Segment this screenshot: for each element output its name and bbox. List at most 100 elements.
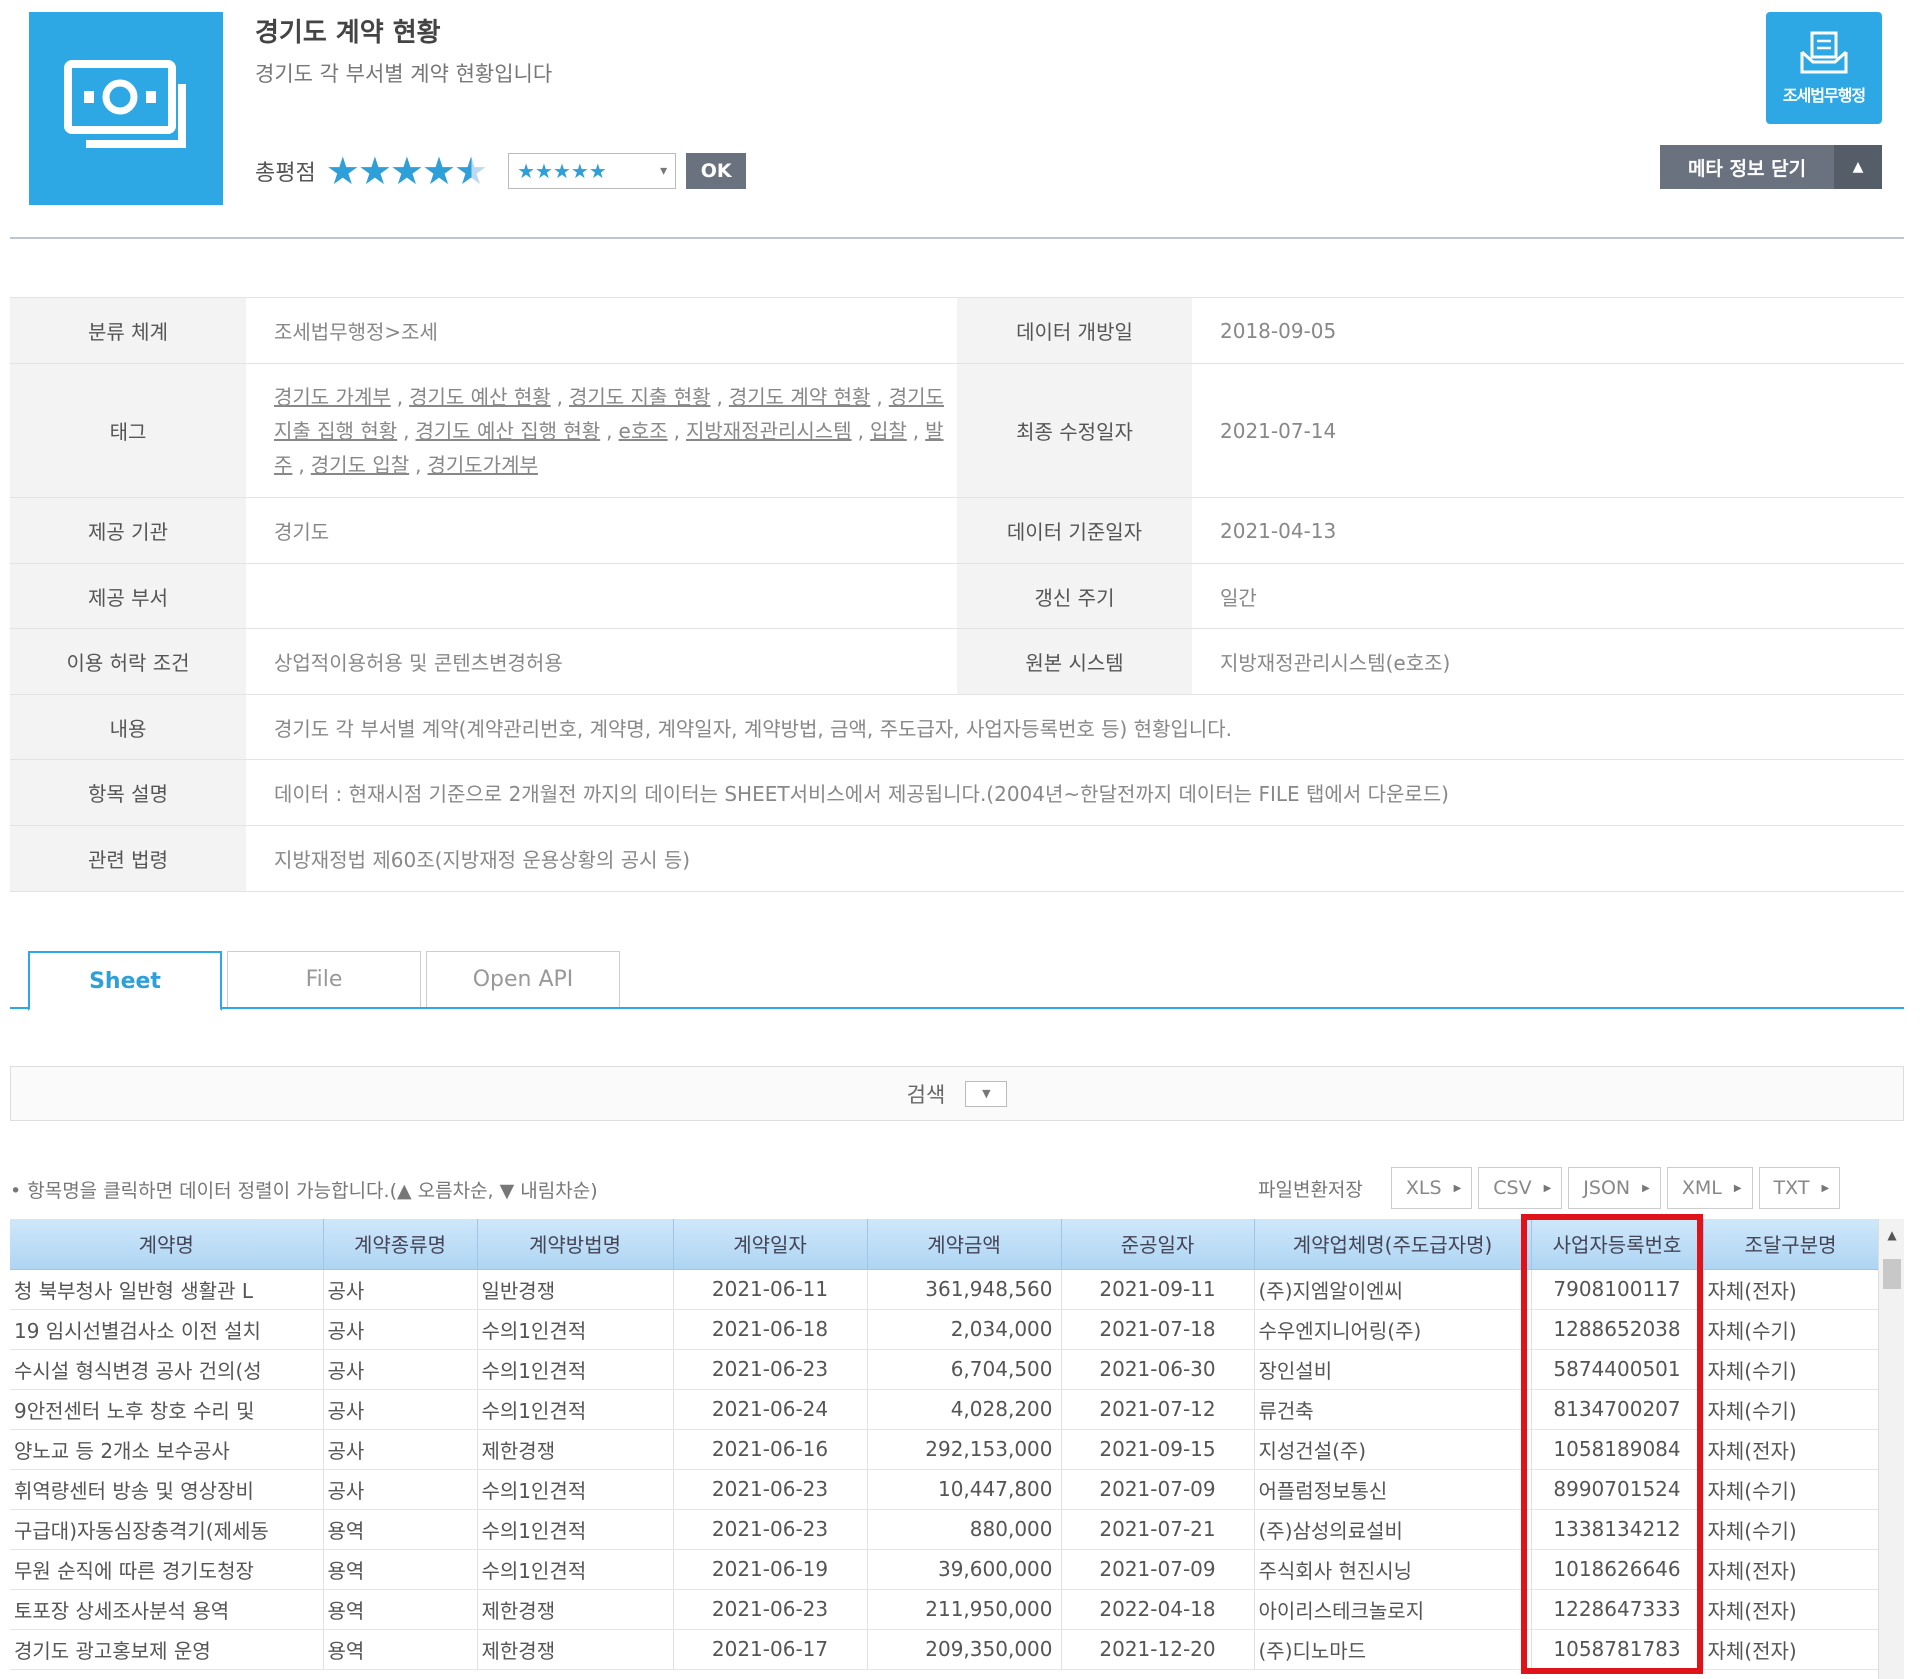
table-cell: 39,600,000 bbox=[867, 1549, 1062, 1590]
rating-select-value: ★★★★★ bbox=[517, 159, 607, 183]
table-cell: 지성건설(주) bbox=[1254, 1429, 1532, 1470]
table-cell: 제한경쟁 bbox=[477, 1629, 674, 1670]
table-cell: 2021-09-11 bbox=[1061, 1269, 1255, 1310]
tag-link[interactable]: 경기도 지출 현황 bbox=[569, 385, 711, 409]
tab-file[interactable]: File bbox=[227, 951, 421, 1008]
table-row[interactable]: 토포장 상세조사분석 용역 용역 제한경쟁 2021-06-23 211,950,000… bbox=[10, 1589, 1879, 1630]
meta-key: 원본 시스템 bbox=[957, 628, 1192, 695]
column-header[interactable]: 계약방법명 bbox=[477, 1219, 674, 1270]
rating-ok-button[interactable]: OK bbox=[686, 153, 747, 189]
column-header[interactable]: 준공일자 bbox=[1061, 1219, 1255, 1270]
vertical-scrollbar[interactable]: ▲ bbox=[1878, 1219, 1904, 1679]
table-row[interactable]: 양노교 등 2개소 보수공사 공사 제한경쟁 2021-06-16 292,153,00… bbox=[10, 1429, 1879, 1470]
table-cell: (주)디노마드 bbox=[1254, 1629, 1532, 1670]
table-cell: 구급대)자동심장충격기(제세동 bbox=[10, 1509, 324, 1550]
export-xls-button[interactable]: XLS ▶ bbox=[1390, 1167, 1473, 1209]
table-cell: 용역 bbox=[323, 1629, 478, 1670]
table-cell: 2021-09-15 bbox=[1061, 1429, 1255, 1470]
meta-key: 최종 수정일자 bbox=[957, 363, 1192, 498]
column-header[interactable]: 계약종류명 bbox=[323, 1219, 478, 1270]
column-header[interactable]: 조달구분명 bbox=[1703, 1219, 1879, 1270]
tag-separator: , bbox=[606, 418, 613, 443]
tag-link[interactable]: 경기도가계부 bbox=[427, 453, 537, 477]
tag-link[interactable]: 지방재정관리시스템 bbox=[686, 419, 852, 443]
export-csv-button[interactable]: CSV ▶ bbox=[1478, 1167, 1563, 1209]
export-json-button[interactable]: JSON ▶ bbox=[1568, 1167, 1661, 1209]
table-row[interactable]: 휘역량센터 방송 및 영상장비 공사 수의1인견적 2021-06-23 10,447,… bbox=[10, 1469, 1879, 1510]
table-cell: 아이리스테크놀로지 bbox=[1254, 1589, 1532, 1630]
table-cell: 2021-07-21 bbox=[1061, 1509, 1255, 1550]
category-button-label: 조세법무행정 bbox=[1782, 86, 1866, 105]
table-cell: 1018626646 bbox=[1531, 1549, 1704, 1590]
table-cell: 2021-07-09 bbox=[1061, 1469, 1255, 1510]
chevron-down-icon: ▾ bbox=[660, 163, 668, 179]
table-cell: 공사 bbox=[323, 1269, 478, 1310]
table-cell: 2021-07-18 bbox=[1061, 1309, 1255, 1350]
scroll-thumb[interactable] bbox=[1883, 1259, 1901, 1289]
tag-link[interactable]: 경기도 입찰 bbox=[311, 453, 409, 477]
contract-table: 계약명 계약종류명 계약방법명 계약일자 계약금액 준공일자 계약업체명(주도급자명) 사업자… bbox=[10, 1219, 1879, 1670]
meta-key: 제공 기관 bbox=[10, 497, 246, 564]
search-toggle-bar[interactable]: 검색 ▼ bbox=[10, 1066, 1904, 1121]
table-cell: 2021-06-16 bbox=[673, 1429, 868, 1470]
table-row[interactable]: 무원 순직에 따른 경기도청장 용역 수의1인견적 2021-06-19 39,600,… bbox=[10, 1549, 1879, 1590]
table-cell: 9안전센터 노후 창호 수리 및 bbox=[10, 1389, 324, 1430]
column-header[interactable]: 계약일자 bbox=[673, 1219, 868, 1270]
meta-key: 갱신 주기 bbox=[957, 563, 1192, 629]
tag-link[interactable]: e호조 bbox=[619, 419, 668, 443]
table-cell: 공사 bbox=[323, 1389, 478, 1430]
rating-select[interactable]: ★★★★★ ▾ bbox=[508, 153, 677, 189]
table-cell: 2021-07-12 bbox=[1061, 1389, 1255, 1430]
table-row[interactable]: 수시설 형식변경 공사 건의(성 공사 수의1인견적 2021-06-23 6,704,… bbox=[10, 1349, 1879, 1390]
caret-right-icon: ▶ bbox=[1642, 1182, 1650, 1194]
scroll-up-icon[interactable]: ▲ bbox=[1879, 1223, 1904, 1247]
table-cell: 209,350,000 bbox=[867, 1629, 1062, 1670]
table-cell: 수의1인견적 bbox=[477, 1349, 674, 1390]
table-row[interactable]: 9안전센터 노후 창호 수리 및 공사 수의1인견적 2021-06-24 4,028,… bbox=[10, 1389, 1879, 1430]
table-cell: 6,704,500 bbox=[867, 1349, 1062, 1390]
table-row[interactable]: 19 임시선별검사소 이전 설치 공사 수의1인견적 2021-06-18 2,034,… bbox=[10, 1309, 1879, 1350]
table-cell: 자체(전자) bbox=[1703, 1269, 1879, 1310]
column-header[interactable]: 계약금액 bbox=[867, 1219, 1062, 1270]
table-cell: 361,948,560 bbox=[867, 1269, 1062, 1310]
export-txt-button[interactable]: TXT ▶ bbox=[1758, 1167, 1841, 1209]
table-cell: 1228647333 bbox=[1531, 1589, 1704, 1630]
meta-toggle-button[interactable]: 메타 정보 닫기 ▲ bbox=[1660, 145, 1882, 189]
chevron-down-icon[interactable]: ▼ bbox=[965, 1080, 1008, 1107]
table-cell: 수우엔지니어링(주) bbox=[1254, 1309, 1532, 1350]
star-icon: ★ bbox=[325, 149, 360, 193]
tag-link[interactable]: 경기도 가계부 bbox=[274, 385, 391, 409]
table-cell: (주)지엠알이엔씨 bbox=[1254, 1269, 1532, 1310]
column-header[interactable]: 계약업체명(주도급자명) bbox=[1254, 1219, 1532, 1270]
meta-value: 상업적이용허용 및 콘텐츠변경허용 bbox=[246, 628, 957, 695]
tab-open-api[interactable]: Open API bbox=[426, 951, 620, 1008]
table-cell: 자체(전자) bbox=[1703, 1429, 1879, 1470]
page-subtitle: 경기도 각 부서별 계약 현황입니다 bbox=[255, 62, 553, 86]
tag-link[interactable]: 입찰 bbox=[870, 419, 907, 443]
tag-link[interactable]: 경기도 예산 집행 현황 bbox=[415, 419, 600, 443]
tab-sheet[interactable]: Sheet bbox=[28, 951, 222, 1011]
table-cell: 공사 bbox=[323, 1309, 478, 1350]
table-cell: 8134700207 bbox=[1531, 1389, 1704, 1430]
table-row[interactable]: 경기도 광고홍보제 운영 용역 제한경쟁 2021-06-17 209,350,000 2… bbox=[10, 1629, 1879, 1670]
table-header-row: 계약명 계약종류명 계약방법명 계약일자 계약금액 준공일자 계약업체명(주도급자명) 사업자… bbox=[10, 1219, 1879, 1270]
export-xml-button[interactable]: XML ▶ bbox=[1666, 1167, 1753, 1209]
tag-separator: , bbox=[403, 418, 410, 443]
table-cell: 제한경쟁 bbox=[477, 1429, 674, 1470]
document-tray-icon bbox=[1800, 31, 1848, 74]
category-button[interactable]: 조세법무행정 bbox=[1766, 12, 1882, 124]
table-cell: 공사 bbox=[323, 1429, 478, 1470]
column-header[interactable]: 계약명 bbox=[10, 1219, 324, 1270]
dataset-icon bbox=[29, 12, 223, 205]
table-cell: 2021-06-18 bbox=[673, 1309, 868, 1350]
meta-key: 데이터 개방일 bbox=[957, 297, 1192, 364]
metadata-table: 분류 체계 조세법무행정>조세 데이터 개방일 2018-09-05 태그 경기… bbox=[10, 297, 1904, 892]
tag-link[interactable]: 경기도 예산 현황 bbox=[409, 385, 551, 409]
tag-link[interactable]: 경기도 계약 현황 bbox=[729, 385, 871, 409]
table-row[interactable]: 청 북부청사 일반형 생활관 L 공사 일반경쟁 2021-06-11 361,948,… bbox=[10, 1269, 1879, 1310]
table-cell: 수의1인견적 bbox=[477, 1309, 674, 1350]
caret-right-icon: ▶ bbox=[1453, 1182, 1462, 1194]
caret-right-icon: ▶ bbox=[1543, 1182, 1552, 1194]
column-header[interactable]: 사업자등록번호 bbox=[1531, 1219, 1704, 1270]
table-row[interactable]: 구급대)자동심장충격기(제세동 용역 수의1인견적 2021-06-23 880,000… bbox=[10, 1509, 1879, 1550]
